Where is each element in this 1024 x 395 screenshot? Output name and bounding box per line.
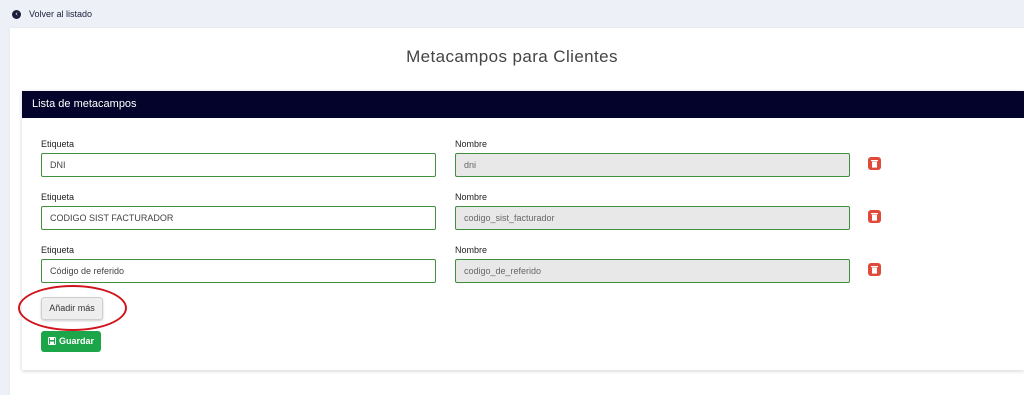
nombre-label: Nombre [455, 192, 488, 202]
page-title: Metacampos para Clientes [406, 47, 618, 66]
floppy-disk-icon [47, 337, 56, 345]
delete-button[interactable] [868, 210, 881, 223]
nombre-input[interactable]: dni [455, 153, 850, 177]
etiqueta-input[interactable]: CODIGO SIST FACTURADOR [41, 206, 436, 230]
nombre-input[interactable]: codigo_de_referido [455, 259, 850, 283]
nombre-input[interactable]: codigo_sist_facturador [455, 206, 850, 230]
etiqueta-label: Etiqueta [41, 139, 75, 149]
etiqueta-input[interactable]: DNI [41, 153, 436, 177]
nombre-label: Nombre [455, 139, 488, 149]
save-button[interactable]: Guardar [41, 331, 101, 352]
back-link[interactable]: ‹ Volver al listado [12, 9, 92, 19]
trash-icon [871, 266, 878, 274]
delete-button[interactable] [868, 157, 881, 170]
etiqueta-label: Etiqueta [41, 192, 75, 202]
nombre-label: Nombre [455, 245, 488, 255]
card-header: Lista de metacampos [22, 91, 1024, 118]
trash-icon [871, 213, 878, 221]
delete-button[interactable] [868, 263, 881, 276]
etiqueta-input[interactable]: Código de referido [41, 259, 436, 283]
metacampos-card: Lista de metacampos [22, 91, 1024, 370]
chevron-left-circle-icon: ‹ [12, 9, 21, 19]
trash-icon [871, 160, 878, 168]
add-more-button[interactable]: Añadir más [41, 297, 103, 320]
save-button-label: Guardar [58, 336, 94, 346]
back-link-label: Volver al listado [29, 9, 93, 19]
etiqueta-label: Etiqueta [41, 245, 75, 255]
